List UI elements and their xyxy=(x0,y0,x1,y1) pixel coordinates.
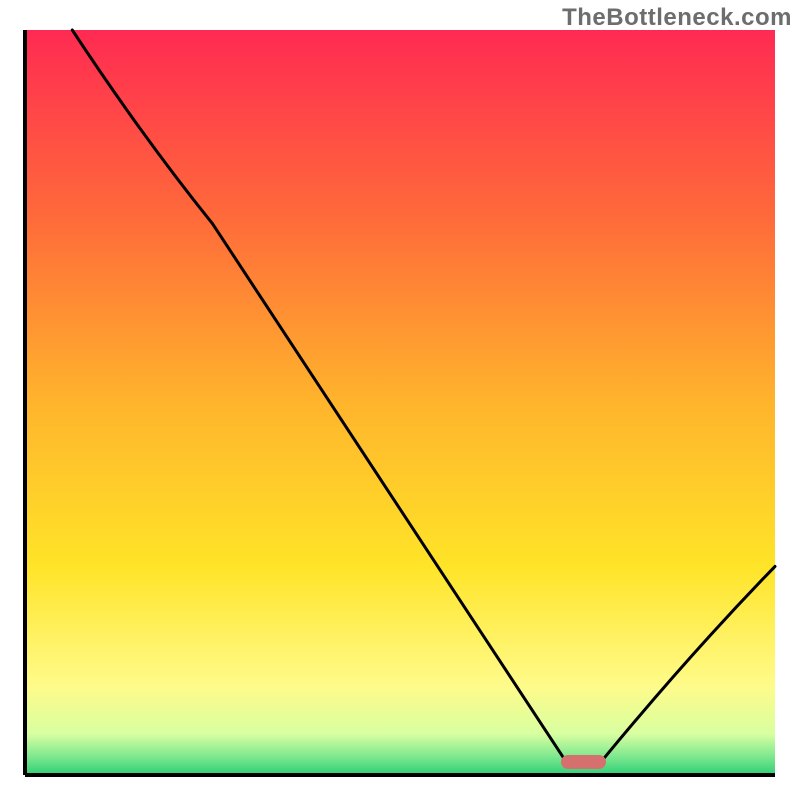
chart-container: TheBottleneck.com xyxy=(0,0,800,800)
optimal-marker xyxy=(561,755,606,769)
watermark-label: TheBottleneck.com xyxy=(562,4,792,32)
bottleneck-chart xyxy=(0,0,800,800)
plot-background xyxy=(25,30,775,775)
